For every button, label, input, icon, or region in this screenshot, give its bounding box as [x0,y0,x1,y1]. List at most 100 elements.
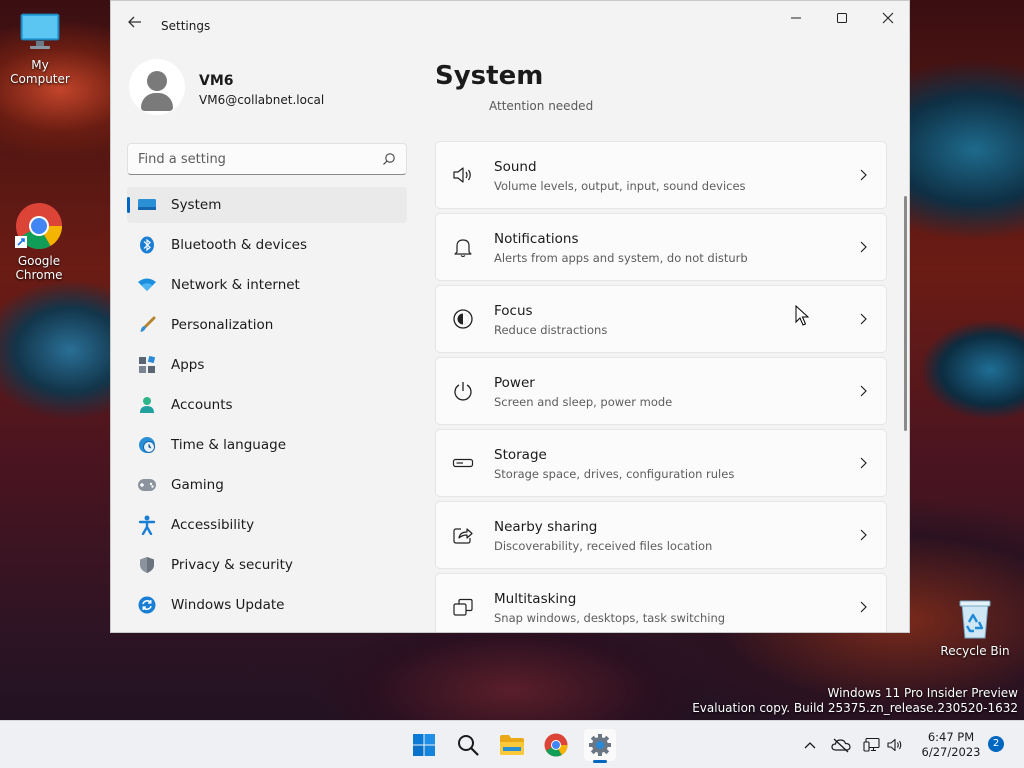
chevron-up-icon [804,742,816,749]
card-multitasking[interactable]: Multitasking Snap windows, desktops, tas… [435,573,887,632]
back-button[interactable] [127,14,143,30]
settings-window: Settings VM6 VM6@collabnet.local Sy [110,0,910,633]
sidebar-nav: System Bluetooth & devices Network & int… [127,187,407,627]
chevron-right-icon [860,241,867,253]
maximize-button[interactable] [819,1,865,35]
monitor-icon [18,10,62,54]
status-text-partial: Attention needed [489,99,594,113]
chrome-icon [15,202,63,250]
taskbar-settings[interactable] [584,729,616,763]
desktop-icon-label: My Computer [10,58,70,86]
show-hidden-icons-button[interactable] [800,735,820,755]
onedrive-tray-button[interactable] [831,735,851,755]
card-title: Multitasking [494,591,577,607]
sidebar-item-label: Apps [171,357,205,373]
avatar[interactable] [129,59,185,115]
taskbar-start-button[interactable] [408,729,440,761]
search-input[interactable] [128,144,376,174]
card-subtitle: Screen and sleep, power mode [494,395,673,409]
sidebar-item-label: System [171,197,222,213]
card-storage[interactable]: Storage Storage space, drives, configura… [435,429,887,497]
sidebar-item-system[interactable]: System [127,187,407,223]
sidebar-item-label: Bluetooth & devices [171,237,308,253]
user-email: VM6@collabnet.local [199,93,325,107]
chevron-right-icon [860,169,867,181]
card-notifications[interactable]: Notifications Alerts from apps and syste… [435,213,887,281]
desktop-icon-google-chrome[interactable]: Google Chrome [0,202,79,282]
taskbar: 6:47 PM 6/27/2023 2 [0,720,1024,768]
chevron-right-icon [860,313,867,325]
sidebar-item-label: Gaming [171,477,224,493]
sidebar-item-privacy[interactable]: Privacy & security [127,547,407,583]
accessibility-icon [137,515,157,535]
card-focus[interactable]: Focus Reduce distractions [435,285,887,353]
taskbar-clock[interactable]: 6:47 PM 6/27/2023 [916,730,986,760]
card-title: Focus [494,303,533,319]
user-name: VM6 [199,73,234,89]
sidebar-item-accounts[interactable]: Accounts [127,387,407,423]
sidebar-item-network[interactable]: Network & internet [127,267,407,303]
sidebar-item-label: Accounts [171,397,233,413]
card-title: Nearby sharing [494,519,598,535]
search-icon[interactable] [382,152,396,166]
sidebar-item-windows-update[interactable]: Windows Update [127,587,407,623]
taskbar-google-chrome[interactable] [540,729,572,761]
card-title: Notifications [494,231,579,247]
avatar-head [147,71,167,91]
chevron-right-icon [860,385,867,397]
wifi-icon [137,276,157,294]
bluetooth-icon [137,236,157,254]
card-nearby-sharing[interactable]: Nearby sharing Discoverability, received… [435,501,887,569]
chevron-right-icon [860,601,867,613]
share-icon [453,528,473,544]
maximize-icon [837,13,847,23]
folder-icon [500,735,524,755]
desktop-icon-recycle-bin[interactable]: Recycle Bin [935,598,1015,658]
sidebar-item-apps[interactable]: Apps [127,347,407,383]
close-button[interactable] [865,1,909,35]
brush-icon [137,316,157,334]
card-subtitle: Alerts from apps and system, do not dist… [494,251,748,265]
search-box[interactable] [127,143,407,175]
title-bar: Settings [111,1,909,41]
desktop-icon-my-computer[interactable]: My Computer [0,10,80,86]
card-title: Storage [494,447,547,463]
power-icon [454,382,472,401]
network-tray-button[interactable] [862,735,882,755]
sidebar-item-label: Accessibility [171,517,255,533]
account-icon [137,396,157,414]
settings-list: Sound Volume levels, output, input, soun… [435,141,887,632]
page-title: System [435,61,544,91]
card-subtitle: Reduce distractions [494,323,608,337]
active-app-indicator [593,760,607,763]
card-sound[interactable]: Sound Volume levels, output, input, soun… [435,141,887,209]
recycle-bin-icon [955,598,995,640]
sidebar-item-label: Network & internet [171,277,300,293]
selection-indicator [127,197,130,213]
clock-date: 6/27/2023 [921,745,981,759]
watermark-line-2: Evaluation copy. Build 25375.zn_release.… [692,701,1018,715]
volume-tray-button[interactable] [886,735,906,755]
card-title: Power [494,375,535,391]
gamepad-icon [137,476,157,494]
minimize-button[interactable] [773,1,819,35]
sidebar-item-personalization[interactable]: Personalization [127,307,407,343]
notification-count-badge[interactable]: 2 [988,736,1004,752]
content-scrollbar[interactable] [904,196,907,431]
taskbar-file-explorer[interactable] [496,729,528,761]
content-scroll-area[interactable]: Attention needed Sound Volume levels, ou… [431,97,901,632]
card-title: Sound [494,159,537,175]
sidebar-item-time-language[interactable]: Time & language [127,427,407,463]
sidebar-item-bluetooth[interactable]: Bluetooth & devices [127,227,407,263]
sidebar-item-gaming[interactable]: Gaming [127,467,407,503]
window-title: Settings [161,19,211,33]
card-power[interactable]: Power Screen and sleep, power mode [435,357,887,425]
taskbar-search-button[interactable] [452,729,484,761]
system-display-icon [137,196,157,214]
network-icon [863,737,880,752]
volume-icon [887,738,902,752]
sidebar-item-accessibility[interactable]: Accessibility [127,507,407,543]
clock-time: 6:47 PM [927,730,975,744]
avatar-body [141,93,173,111]
minimize-icon [791,17,801,19]
